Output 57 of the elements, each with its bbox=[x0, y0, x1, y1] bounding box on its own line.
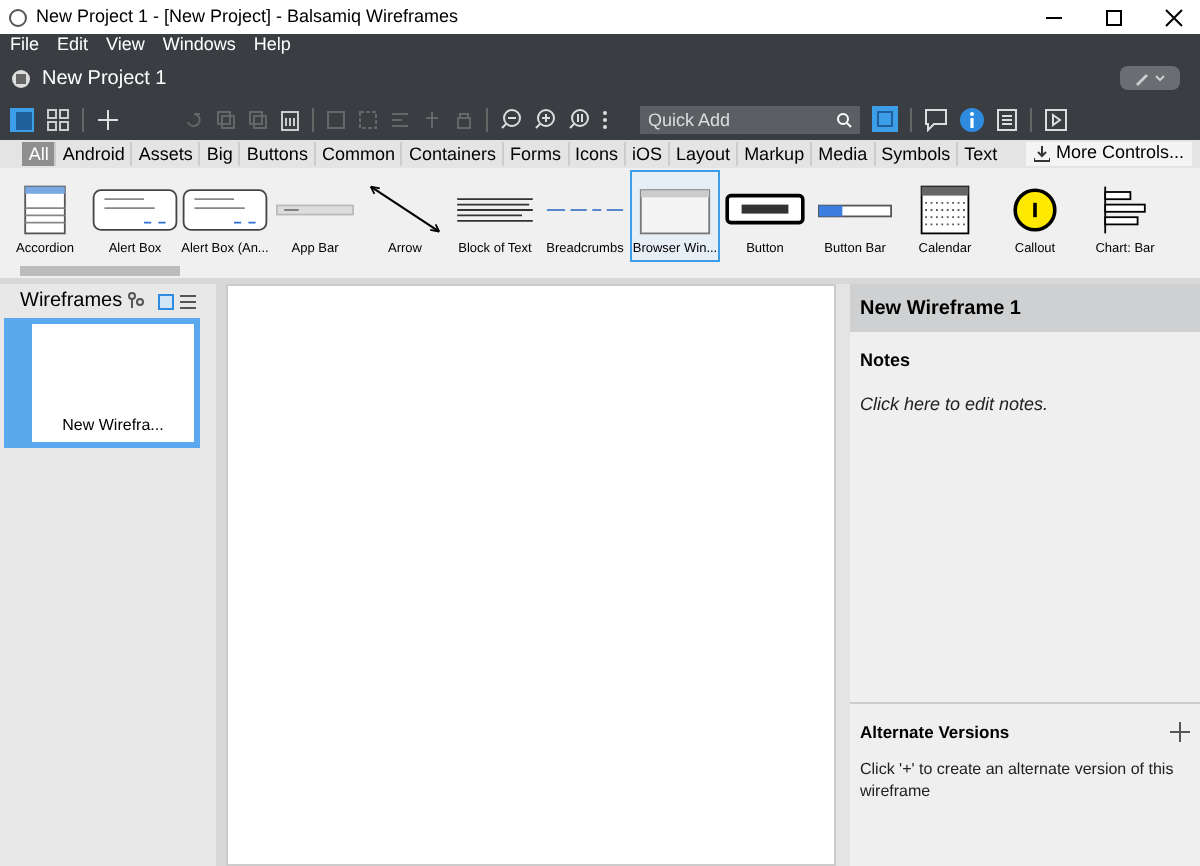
category-tab[interactable]: Android bbox=[54, 142, 131, 166]
zoom-out-icon[interactable] bbox=[500, 108, 522, 130]
branch-icon[interactable] bbox=[128, 292, 145, 310]
download-icon bbox=[1033, 146, 1050, 162]
clipboard-icon[interactable] bbox=[280, 107, 300, 131]
category-tab[interactable]: Icons bbox=[567, 142, 625, 166]
category-tab[interactable]: Big bbox=[198, 142, 239, 166]
category-tab[interactable]: Assets bbox=[130, 142, 199, 166]
notes-field[interactable]: Click here to edit notes. bbox=[860, 391, 1190, 418]
notes-heading: Notes bbox=[860, 348, 913, 374]
list-view-icon[interactable] bbox=[180, 293, 196, 309]
category-tab[interactable]: Text bbox=[956, 142, 1004, 166]
category-tab[interactable]: Common bbox=[313, 142, 401, 166]
bar-icon bbox=[276, 204, 354, 216]
category-tab[interactable]: Markup bbox=[736, 142, 811, 166]
inspector-title: New Wireframe 1 bbox=[860, 295, 1021, 323]
project-icon bbox=[10, 67, 32, 89]
scrollbar[interactable] bbox=[836, 284, 850, 866]
menu-item[interactable]: File bbox=[10, 32, 40, 60]
pencil-icon bbox=[1132, 70, 1168, 86]
wireframe-thumbnail[interactable]: New Wirefra... bbox=[4, 318, 200, 448]
comment-icon[interactable] bbox=[924, 107, 948, 131]
close-icon[interactable] bbox=[1164, 7, 1184, 27]
category-tab[interactable]: iOS bbox=[624, 142, 669, 166]
menu-item[interactable]: Help bbox=[253, 32, 291, 60]
category-tab[interactable]: Media bbox=[810, 142, 874, 166]
thumbnail-view-icon[interactable] bbox=[158, 293, 174, 309]
menu-item[interactable]: View bbox=[106, 32, 145, 60]
list-icon[interactable] bbox=[996, 107, 1018, 131]
edit-mode-button[interactable] bbox=[1120, 66, 1180, 90]
window-title: New Project 1 - [New Project] - Balsamiq Wireframes bbox=[36, 3, 459, 30]
category-tab[interactable]: Forms bbox=[502, 142, 567, 166]
category-tab[interactable]: Layout bbox=[668, 142, 737, 166]
info-icon[interactable] bbox=[960, 107, 984, 131]
menu-item[interactable]: Windows bbox=[162, 32, 236, 60]
scrollbar[interactable] bbox=[20, 265, 180, 275]
menu-item[interactable]: Edit bbox=[57, 32, 89, 60]
button-bar-icon bbox=[818, 203, 892, 217]
maximize-icon[interactable] bbox=[1104, 7, 1124, 27]
search-icon[interactable] bbox=[836, 111, 852, 127]
panel-title: Wireframes bbox=[20, 288, 123, 316]
more-controls-button[interactable]: More Controls... bbox=[1025, 142, 1192, 166]
links-icon bbox=[546, 208, 624, 212]
alternate-versions-hint: Click '+' to create an alternate version of this wireframe bbox=[860, 757, 1176, 802]
category-tab[interactable]: Buttons bbox=[238, 142, 314, 166]
more-icon[interactable] bbox=[602, 109, 608, 129]
zoom-reset-icon[interactable] bbox=[568, 108, 590, 130]
grid-icon[interactable] bbox=[46, 107, 70, 131]
app-icon bbox=[8, 7, 28, 27]
play-icon[interactable] bbox=[1044, 107, 1068, 131]
alternate-versions-heading: Alternate Versions bbox=[860, 720, 1012, 746]
layout-icon[interactable] bbox=[10, 107, 34, 131]
zoom-in-icon[interactable] bbox=[534, 108, 556, 130]
project-title: New Project 1 bbox=[42, 65, 167, 93]
category-tab[interactable]: Symbols bbox=[873, 142, 957, 166]
add-icon[interactable] bbox=[1170, 722, 1190, 743]
category-tab[interactable]: Containers bbox=[400, 142, 502, 166]
